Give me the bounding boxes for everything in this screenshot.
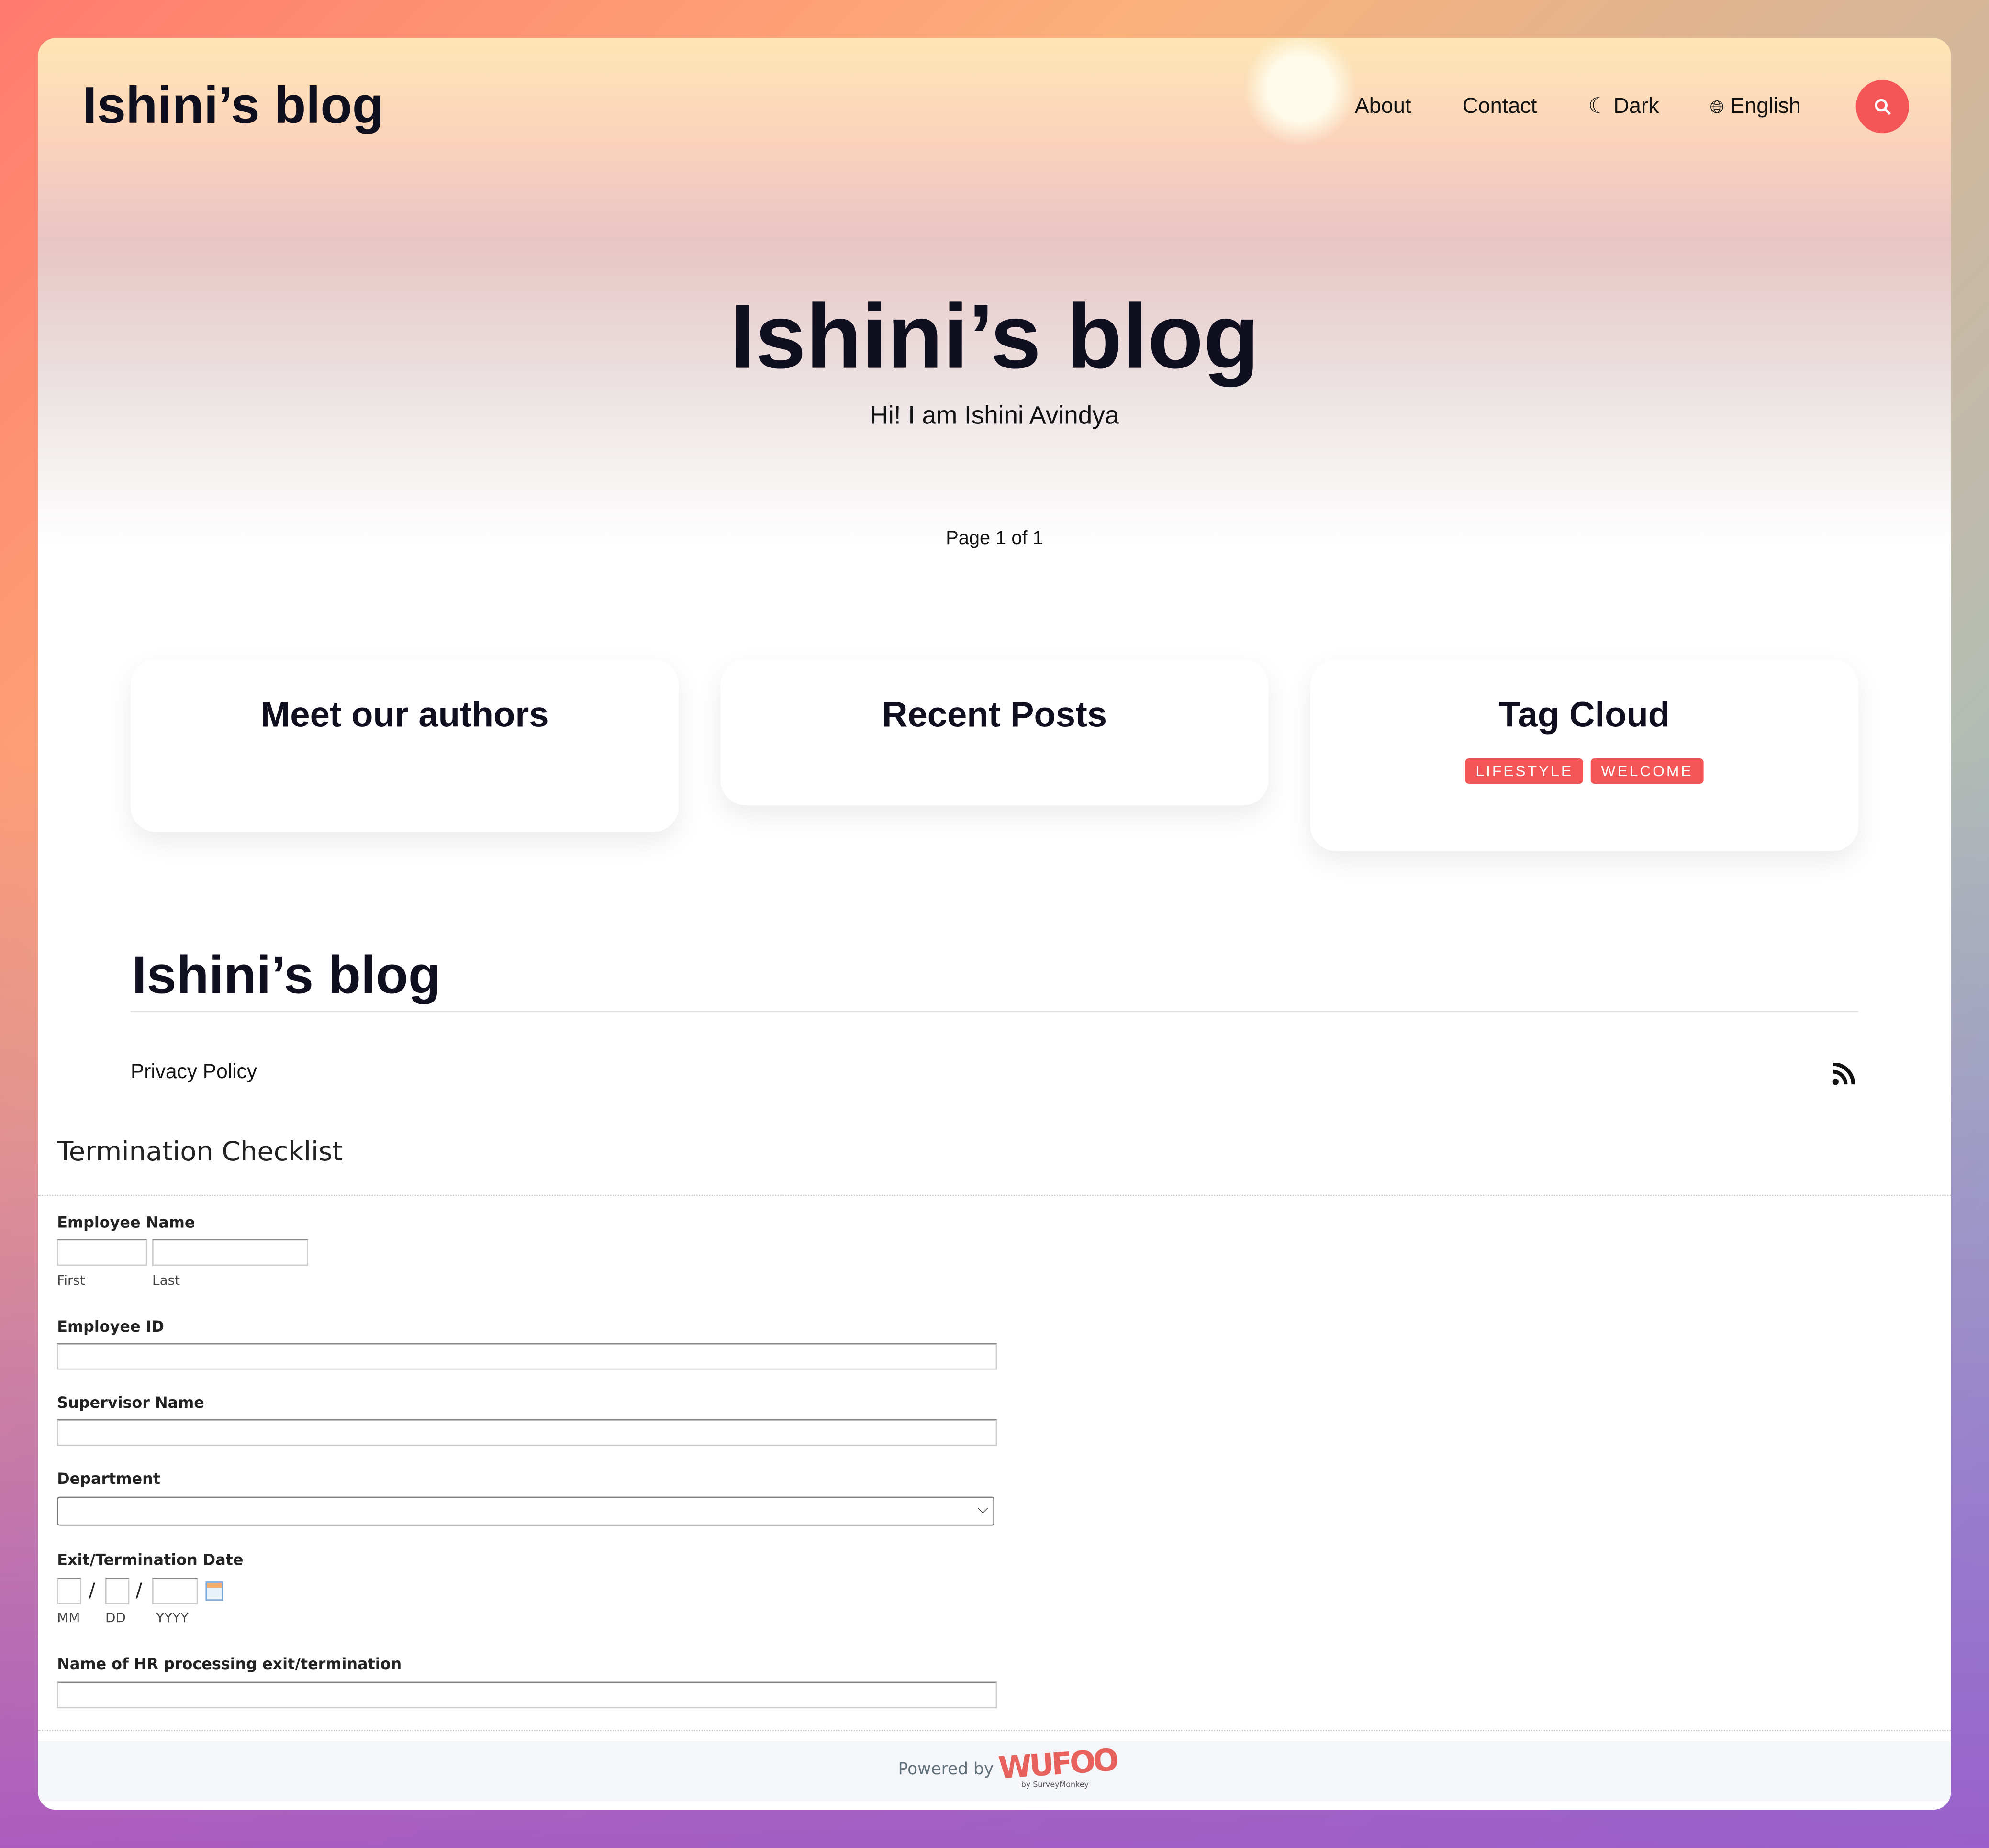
powered-by-bar: Powered by WUFOO by SurveyMonkey	[38, 1741, 1951, 1801]
label-supervisor: Supervisor Name	[57, 1393, 204, 1412]
widget-title: Recent Posts	[882, 695, 1107, 735]
widget-title: Meet our authors	[260, 695, 549, 735]
site-logo[interactable]: Ishini’s blog	[82, 76, 384, 136]
rss-icon[interactable]	[1832, 1063, 1855, 1086]
authors-widget: Meet our authors	[131, 659, 679, 832]
recent-posts-widget: Recent Posts	[720, 659, 1269, 806]
pagination: Page 1 of 1	[946, 527, 1043, 549]
department-select[interactable]: ⌵	[57, 1496, 994, 1526]
last-name-input[interactable]	[152, 1239, 309, 1266]
powered-by-text: Powered by	[898, 1760, 994, 1780]
divider	[131, 1011, 1858, 1013]
label-employee-id: Employee ID	[57, 1317, 164, 1336]
sublabel-dd: DD	[105, 1611, 126, 1626]
wufoo-logo-subtitle: by SurveyMonkey	[1021, 1781, 1089, 1790]
language-label: English	[1730, 94, 1801, 118]
hr-name-input[interactable]	[57, 1681, 997, 1709]
employee-id-input[interactable]	[57, 1343, 997, 1370]
tag-cloud-widget: Tag Cloud LIFESTYLE WELCOME	[1310, 659, 1858, 851]
privacy-policy-link[interactable]: Privacy Policy	[131, 1061, 257, 1084]
sublabel-first: First	[57, 1273, 85, 1289]
month-input[interactable]	[57, 1578, 81, 1604]
wufoo-logo[interactable]: WUFOO	[997, 1742, 1118, 1786]
hero-subtitle: Hi! I am Ishini Avindya	[870, 402, 1119, 430]
form-title: Termination Checklist	[57, 1136, 343, 1167]
nav-about[interactable]: About	[1355, 94, 1411, 119]
footer-title: Ishini’s blog	[132, 945, 441, 1005]
divider	[38, 1730, 1951, 1731]
moon-icon: ☾	[1588, 94, 1608, 118]
hero-title: Ishini’s blog	[729, 287, 1260, 389]
tag-welcome[interactable]: WELCOME	[1591, 758, 1703, 784]
sublabel-yyyy: YYYY	[156, 1611, 189, 1626]
calendar-icon[interactable]	[205, 1581, 223, 1601]
date-separator: /	[135, 1579, 143, 1602]
nav-contact[interactable]: Contact	[1463, 94, 1537, 119]
search-icon	[1875, 99, 1891, 115]
first-name-input[interactable]	[57, 1239, 147, 1266]
supervisor-name-input[interactable]	[57, 1419, 997, 1446]
globe-icon: 🌐︎	[1710, 96, 1724, 117]
widget-title: Tag Cloud	[1498, 695, 1670, 735]
label-department: Department	[57, 1469, 160, 1488]
label-exit-date: Exit/Termination Date	[57, 1551, 244, 1569]
sublabel-mm: MM	[57, 1611, 80, 1626]
page-card: Ishini’s blog About Contact ☾ Dark 🌐︎ En…	[38, 38, 1951, 1810]
divider	[38, 1194, 1951, 1196]
label-hr-name: Name of HR processing exit/termination	[57, 1655, 402, 1673]
day-input[interactable]	[105, 1578, 130, 1604]
dark-label: Dark	[1613, 94, 1659, 118]
year-input[interactable]	[152, 1578, 198, 1604]
tag-lifestyle[interactable]: LIFESTYLE	[1465, 758, 1584, 784]
chevron-down-icon: ⌵	[977, 1500, 988, 1517]
date-separator: /	[89, 1579, 95, 1602]
nav-language[interactable]: 🌐︎ English	[1710, 94, 1801, 119]
sublabel-last: Last	[152, 1273, 180, 1289]
search-button[interactable]	[1855, 79, 1910, 134]
nav-dark-toggle[interactable]: ☾ Dark	[1588, 94, 1659, 119]
label-employee-name: Employee Name	[57, 1213, 195, 1232]
